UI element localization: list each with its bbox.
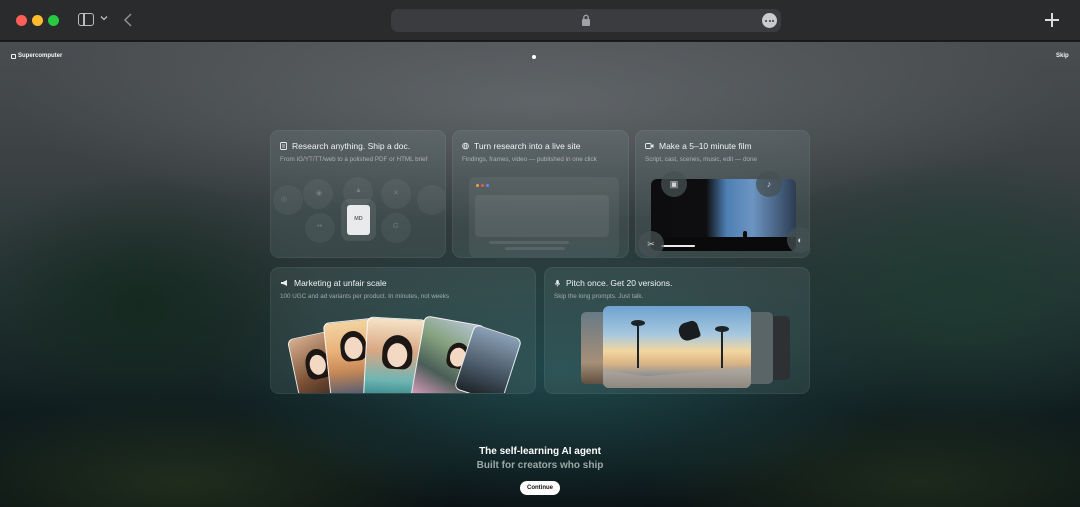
card-title: Turn research into a live site — [462, 141, 580, 151]
hero-placeholder — [475, 195, 609, 237]
music-note-icon: ♪ — [756, 171, 782, 197]
plus-icon[interactable] — [1045, 13, 1059, 27]
continue-button[interactable]: Continue — [520, 481, 560, 495]
image-icon: ▣ — [661, 171, 687, 197]
feature-card-marketing[interactable]: Marketing at unfair scale 100 UGC and ad… — [270, 267, 536, 394]
back-arrow-icon[interactable] — [122, 12, 134, 28]
globe-icon: ◎ — [281, 196, 288, 203]
browser-toolbar — [0, 0, 1080, 41]
brand-name: Supercomputer — [18, 53, 63, 59]
card-description: 100 UGC and ad variants per product. In … — [280, 293, 450, 300]
chevron-down-icon[interactable] — [100, 14, 108, 22]
card-title: Pitch once. Get 20 versions. — [554, 278, 672, 288]
video-camera-icon — [645, 143, 654, 149]
feature-card-film[interactable]: Make a 5–10 minute film Script, cast, sc… — [635, 130, 810, 258]
card-title: Research anything. Ship a doc. — [280, 141, 410, 151]
md-file-badge: MD — [347, 205, 370, 235]
palm-tree — [715, 326, 729, 368]
microphone-icon — [554, 279, 561, 287]
onboarding-page: Supercomputer Skip Research anything. Sh… — [0, 42, 1080, 507]
hero-subtitle: Built for creators who ship — [476, 460, 604, 471]
text-placeholder — [505, 247, 565, 250]
feature-card-live-site[interactable]: Turn research into a live site Findings,… — [452, 130, 629, 258]
triangle-icon: ▲ — [355, 187, 362, 194]
close-window-button[interactable] — [16, 15, 27, 26]
zoom-window-button[interactable] — [48, 15, 59, 26]
card-description: Findings, frames, video — published in o… — [462, 156, 597, 163]
address-bar[interactable] — [391, 9, 781, 32]
minimize-window-button[interactable] — [32, 15, 43, 26]
megaphone-icon — [281, 280, 287, 286]
skip-button[interactable]: Skip — [1056, 53, 1069, 59]
more-icon[interactable] — [762, 13, 777, 28]
website-preview — [469, 177, 619, 257]
card-description: Script, cast, scenes, music, edit — done — [645, 156, 757, 163]
skater-figure — [676, 319, 702, 343]
google-icon: G — [393, 223, 399, 230]
film-ground — [651, 237, 796, 251]
hero-title: The self-learning AI agent — [479, 446, 601, 457]
lock-icon — [582, 14, 590, 26]
film-progress-bar — [661, 245, 695, 247]
source-icon — [273, 185, 303, 215]
card-title: Marketing at unfair scale — [280, 278, 387, 288]
x-logo-icon: ✕ — [393, 190, 399, 197]
sidebar-toggle-icon[interactable] — [78, 13, 94, 26]
brand-logo: Supercomputer — [11, 53, 62, 59]
window-dots — [476, 184, 489, 187]
skate-ramp — [603, 367, 751, 388]
dots-icon: •• — [317, 223, 322, 230]
film-figure — [743, 231, 747, 240]
card-description: Skip the long prompts. Just talk. — [554, 293, 644, 300]
film-reel-icon: ◐ — [787, 227, 809, 253]
document-icon — [280, 142, 287, 150]
brand-icon — [11, 53, 16, 59]
skateboard-photo — [603, 306, 751, 388]
source-icon — [417, 185, 445, 215]
feature-card-research[interactable]: Research anything. Ship a doc. From IG/Y… — [270, 130, 446, 258]
pagination-dot[interactable] — [532, 55, 536, 59]
chat-icon: ◉ — [316, 190, 323, 197]
palm-tree — [631, 320, 645, 368]
text-placeholder — [489, 241, 569, 244]
scissors-icon: ✂ — [638, 231, 664, 257]
card-description: From IG/YT/TT/web to a polished PDF or H… — [280, 156, 428, 163]
card-title: Make a 5–10 minute film — [645, 141, 752, 151]
feature-card-pitch[interactable]: Pitch once. Get 20 versions. Skip the lo… — [544, 267, 810, 394]
globe-icon — [462, 142, 469, 150]
